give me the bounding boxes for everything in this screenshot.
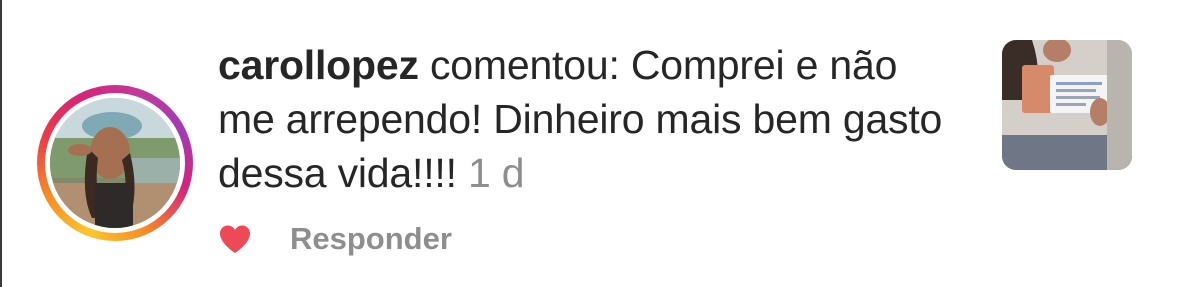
story-ring[interactable] <box>37 85 193 241</box>
reply-button[interactable]: Responder <box>290 221 452 257</box>
timestamp: 1 d <box>467 150 525 196</box>
comment-verb: comentou: <box>429 42 620 88</box>
action-row: Responder <box>218 216 452 262</box>
post-thumbnail[interactable] <box>1002 40 1132 170</box>
comment-text-block: carollopez comentou: Comprei e não me ar… <box>218 38 958 200</box>
heart-icon[interactable] <box>218 224 252 254</box>
avatar[interactable] <box>50 98 180 228</box>
username-link[interactable]: carollopez <box>218 42 419 88</box>
window-edge <box>0 0 2 287</box>
